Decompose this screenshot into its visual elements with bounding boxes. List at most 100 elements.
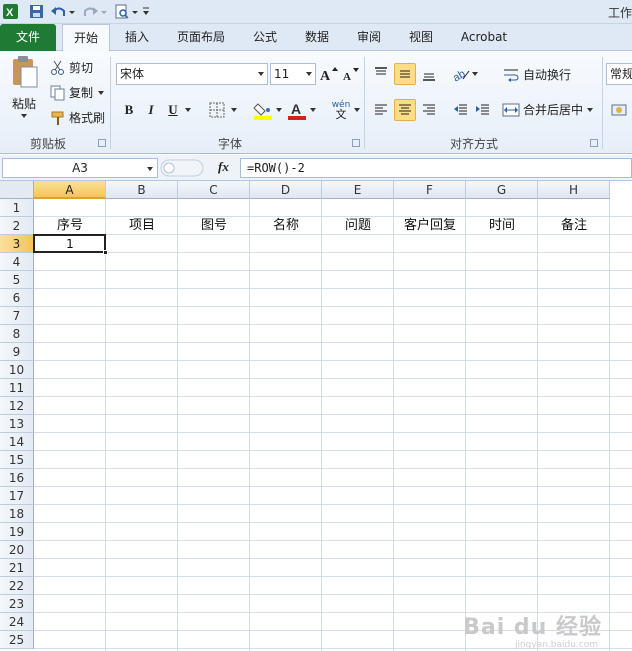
select-all-corner[interactable] [0,181,34,199]
row-header-7[interactable]: 7 [0,307,34,325]
italic-button[interactable]: I [140,99,162,121]
font-color-button[interactable]: A [286,99,308,121]
orientation-dropdown[interactable] [470,63,480,85]
row-header-22[interactable]: 22 [0,577,34,595]
number-format-select[interactable]: 常规 [606,63,632,85]
cell-h2[interactable]: 备注 [538,217,610,235]
tab-data[interactable]: 数据 [294,24,340,51]
row-header-25[interactable]: 25 [0,631,34,649]
orientation-button[interactable]: ab [450,63,472,85]
align-right-button[interactable] [418,99,440,121]
wrap-text-button[interactable]: 自动换行 [502,66,571,83]
fill-color-button[interactable] [252,99,274,121]
cell-b2[interactable]: 项目 [106,217,178,235]
column-header-e[interactable]: E [322,181,394,199]
column-header-a[interactable]: A [34,181,106,199]
row-header-5[interactable]: 5 [0,271,34,289]
row-header-24[interactable]: 24 [0,613,34,631]
row-header-1[interactable]: 1 [0,199,34,217]
customize-toolbar-icon[interactable] [141,3,158,20]
worksheet-grid[interactable]: A B C D E F G H 1 2 3 4 5 6 7 8 9 10 11 12 13 14 15 16 17 18 19 20 2… [0,181,632,651]
column-header-c[interactable]: C [178,181,250,199]
column-header-f[interactable]: F [394,181,466,199]
insert-function-icon[interactable]: fx [218,159,229,175]
phonetic-button[interactable]: wén 文 [328,99,354,121]
row-header-10[interactable]: 10 [0,361,34,379]
font-launcher-icon[interactable] [352,139,360,147]
column-header-b[interactable]: B [106,181,178,199]
tab-formulas[interactable]: 公式 [242,24,288,51]
row-header-2[interactable]: 2 [0,217,34,235]
name-box[interactable]: A3 [2,158,158,178]
row-header-12[interactable]: 12 [0,397,34,415]
formula-input[interactable]: =ROW()-2 [240,158,632,178]
font-size-select[interactable]: 11 [270,63,316,85]
accounting-format-button[interactable] [608,99,630,121]
row-header-20[interactable]: 20 [0,541,34,559]
cut-button[interactable]: 剪切 [50,59,93,76]
row-header-4[interactable]: 4 [0,253,34,271]
cell-a2[interactable]: 序号 [34,217,106,235]
tab-page-layout[interactable]: 页面布局 [166,24,236,51]
phonetic-dropdown[interactable] [352,99,362,121]
row-header-3[interactable]: 3 [0,235,34,253]
align-top-button[interactable] [370,63,392,85]
fill-handle[interactable] [103,250,108,255]
borders-button[interactable] [206,99,228,121]
redo-icon[interactable] [82,3,99,20]
row-header-17[interactable]: 17 [0,487,34,505]
paste-button[interactable]: 粘贴 [6,55,42,131]
cell-d2[interactable]: 名称 [250,217,322,235]
row-header-23[interactable]: 23 [0,595,34,613]
align-center-button[interactable] [394,99,416,121]
shrink-font-button[interactable]: A [340,63,362,85]
font-name-select[interactable]: 宋体 [116,63,268,85]
row-header-13[interactable]: 13 [0,415,34,433]
column-header-d[interactable]: D [250,181,322,199]
decrease-indent-button[interactable] [450,99,472,121]
align-left-button[interactable] [370,99,392,121]
align-middle-button[interactable] [394,63,416,85]
underline-button[interactable]: U [162,99,184,121]
row-header-6[interactable]: 6 [0,289,34,307]
row-header-11[interactable]: 11 [0,379,34,397]
row-header-19[interactable]: 19 [0,523,34,541]
formula-bar-resize-icon[interactable] [160,159,204,177]
column-header-h[interactable]: H [538,181,610,199]
increase-indent-button[interactable] [472,99,494,121]
grow-font-button[interactable]: A [318,63,340,85]
row-header-8[interactable]: 8 [0,325,34,343]
bold-button[interactable]: B [118,99,140,121]
font-color-dropdown[interactable] [308,99,318,121]
borders-dropdown[interactable] [228,99,240,121]
undo-icon[interactable] [50,3,67,20]
tab-acrobat[interactable]: Acrobat [452,24,516,51]
row-header-21[interactable]: 21 [0,559,34,577]
row-header-16[interactable]: 16 [0,469,34,487]
excel-logo-icon[interactable]: X [2,3,19,20]
tab-review[interactable]: 审阅 [346,24,392,51]
save-icon[interactable] [28,3,45,20]
name-box-dropdown-icon[interactable] [146,165,154,173]
format-painter-button[interactable]: 格式刷 [50,109,105,126]
fill-color-dropdown[interactable] [274,99,284,121]
tab-home[interactable]: 开始 [62,24,110,52]
row-header-14[interactable]: 14 [0,433,34,451]
copy-button[interactable]: 复制 [50,84,106,101]
clipboard-launcher-icon[interactable] [98,139,106,147]
underline-dropdown[interactable] [182,99,194,121]
row-header-15[interactable]: 15 [0,451,34,469]
align-bottom-button[interactable] [418,63,440,85]
cell-g2[interactable]: 时间 [466,217,538,235]
alignment-launcher-icon[interactable] [590,139,598,147]
row-header-18[interactable]: 18 [0,505,34,523]
tab-file[interactable]: 文件 [0,24,56,51]
cell-e2[interactable]: 问题 [322,217,394,235]
merge-center-button[interactable]: 合并后居中 [502,101,595,118]
cell-c2[interactable]: 图号 [178,217,250,235]
print-preview-icon[interactable] [113,3,130,20]
column-header-g[interactable]: G [466,181,538,199]
tab-insert[interactable]: 插入 [114,24,160,51]
row-header-9[interactable]: 9 [0,343,34,361]
tab-view[interactable]: 视图 [398,24,444,51]
